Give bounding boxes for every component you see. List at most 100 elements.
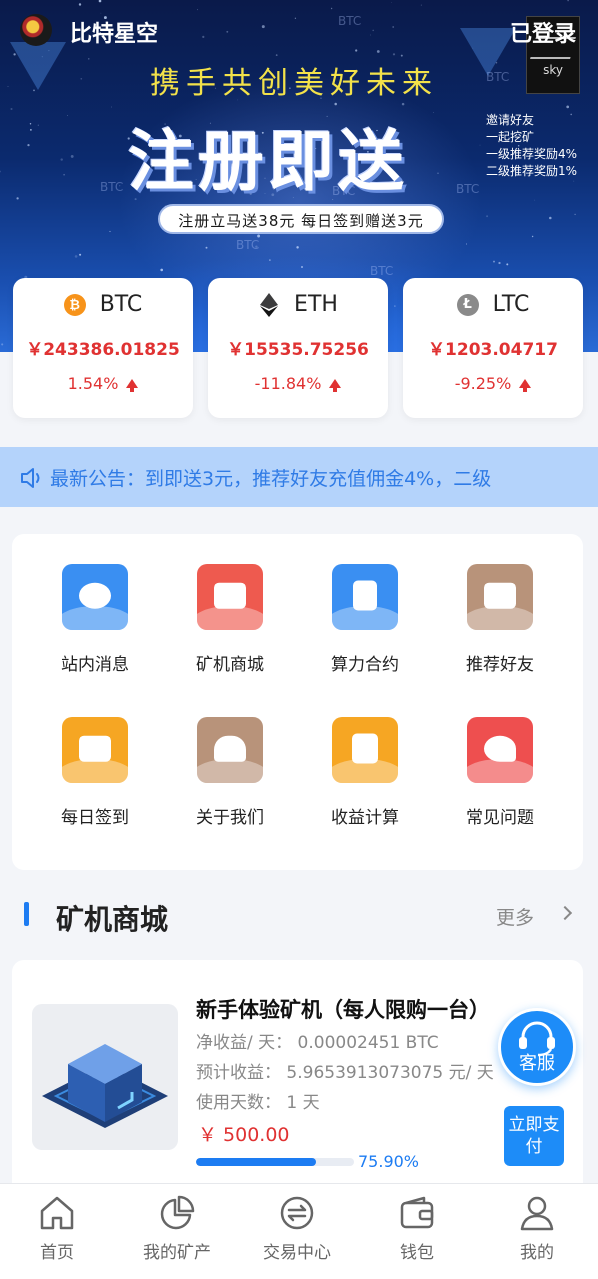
banner-pill: 注册立马送38元 每日签到赠送3元: [158, 204, 444, 234]
app-title: 比特星空: [70, 22, 159, 47]
coin-change-value: -9.25%: [454, 374, 512, 393]
coin-symbol: BTC: [99, 292, 143, 317]
star-dot: [420, 4, 422, 6]
feature-label: 关于我们: [196, 808, 264, 828]
nav-label: 交易中心: [263, 1243, 331, 1263]
chevron-right-icon[interactable]: [557, 905, 573, 921]
star-dot: [355, 49, 358, 52]
star-dot: [7, 85, 9, 87]
feature-messages[interactable]: 站内消息: [28, 564, 162, 675]
speaker-icon: [21, 468, 40, 488]
watermark: BTC: [236, 238, 260, 252]
coin-change: -9.25%: [403, 374, 583, 393]
star-dot: [1, 343, 4, 346]
coin-price: ￥1203.04717: [428, 340, 558, 360]
feature-label: 常见问题: [466, 808, 534, 828]
coin-symbol: LTC: [492, 292, 530, 317]
star-dot: [111, 106, 112, 108]
star-dot: [29, 123, 32, 125]
more-link[interactable]: 更多: [496, 903, 534, 930]
checkin-icon: [62, 717, 128, 783]
announcement-bar[interactable]: 最新公告：到即送3元，推荐好友充值佣金4%，二级: [0, 447, 598, 507]
star-dot: [433, 112, 434, 113]
side-line: 邀请好友: [486, 113, 535, 127]
pay-now-button[interactable]: 立即支付: [504, 1106, 564, 1166]
nav-label: 首页: [40, 1243, 74, 1263]
star-dot: [294, 17, 297, 19]
star-dot: [261, 25, 265, 29]
nav-my-mining[interactable]: 我的矿产: [117, 1194, 237, 1263]
feature-invite[interactable]: 推荐好友: [433, 564, 567, 675]
star-dot: [549, 216, 552, 220]
watermark: BTC: [370, 264, 394, 278]
product-net-income: 净收益/ 天： 0.00002451 BTC: [196, 1033, 439, 1053]
star-dot: [493, 260, 495, 263]
nav-wallet[interactable]: 钱包: [357, 1194, 477, 1263]
star-dot: [486, 215, 489, 218]
login-status[interactable]: 已登录: [510, 16, 576, 48]
nav-label: 我的矿产: [143, 1243, 211, 1263]
feature-about[interactable]: 关于我们: [163, 717, 297, 828]
star-dot: [269, 259, 271, 261]
section-accent-bar: [24, 902, 29, 926]
bottom-navigation: 首页 我的矿产 交易中心 钱包 我的: [0, 1183, 598, 1279]
nav-home[interactable]: 首页: [0, 1194, 117, 1263]
litecoin-icon: Ł: [456, 293, 479, 316]
customer-service-label: 客服: [519, 1053, 555, 1074]
feature-label: 收益计算: [331, 808, 399, 828]
nav-label: 我的: [520, 1243, 554, 1263]
about-icon: [197, 717, 263, 783]
star-dot: [574, 213, 576, 216]
product-card[interactable]: 新手体验矿机（每人限购一台） 净收益/ 天： 0.00002451 BTC 预计…: [12, 960, 583, 1200]
star-dot: [567, 0, 569, 2]
product-name: 新手体验矿机（每人限购一台）: [196, 998, 490, 1022]
customer-service-button[interactable]: 客服: [498, 1008, 576, 1086]
home-icon: [40, 1196, 74, 1230]
invite-icon: [467, 564, 533, 630]
feature-store[interactable]: 矿机商城: [163, 564, 297, 675]
star-dot: [74, 255, 78, 258]
nav-profile[interactable]: 我的: [477, 1194, 597, 1263]
star-dot: [27, 143, 30, 147]
arrow-up-icon: [329, 379, 342, 392]
sales-progress-label: 75.90%: [358, 1152, 420, 1171]
side-line: 一级推荐奖励4%: [486, 147, 578, 161]
feature-checkin[interactable]: 每日签到: [28, 717, 162, 828]
star-dot: [506, 263, 509, 266]
ethereum-icon: [258, 292, 280, 317]
coin-card-ltc[interactable]: Ł LTC ￥1203.04717 -9.25%: [403, 278, 583, 418]
feature-faq[interactable]: 常见问题: [433, 717, 567, 828]
feature-label: 矿机商城: [196, 655, 264, 675]
feature-contract[interactable]: 算力合约: [298, 564, 432, 675]
feature-label: 算力合约: [331, 655, 399, 675]
decor-triangle: [460, 28, 516, 76]
bitcoin-icon: ₿: [63, 293, 86, 316]
star-dot: [79, 253, 82, 256]
star-dot: [392, 53, 396, 56]
star-dot: [10, 107, 13, 111]
feature-label: 推荐好友: [466, 655, 534, 675]
star-dot: [372, 29, 374, 32]
star-dot: [573, 180, 575, 182]
coin-change: -11.84%: [208, 374, 388, 393]
feature-label: 每日签到: [61, 808, 129, 828]
star-dot: [63, 173, 65, 176]
star-dot: [465, 243, 468, 245]
product-price: ￥ 500.00: [198, 1124, 290, 1146]
star-dot: [498, 261, 501, 265]
exchange-icon: [280, 1196, 314, 1230]
watermark: BTC: [486, 70, 510, 84]
feature-calculator[interactable]: 收益计算: [298, 717, 432, 828]
coin-card-eth[interactable]: ETH ￥15535.75256 -11.84%: [208, 278, 388, 418]
app-logo: [20, 14, 52, 46]
star-dot: [566, 105, 570, 109]
feature-grid: 站内消息 矿机商城 算力合约 推荐好友 每日签到 关于我们 收益计算 常见问题: [12, 534, 583, 870]
star-dot: [401, 102, 405, 106]
star-dot: [37, 124, 39, 126]
coin-symbol: ETH: [294, 292, 338, 317]
star-dot: [296, 246, 299, 249]
coin-card-btc[interactable]: ₿ BTC ￥243386.01825 1.54%: [13, 278, 193, 418]
nav-trading-center[interactable]: 交易中心: [237, 1194, 357, 1263]
product-expected-income: 预计收益： 5.9653913073075 元/ 天: [196, 1063, 494, 1083]
wallet-icon: [400, 1196, 434, 1229]
